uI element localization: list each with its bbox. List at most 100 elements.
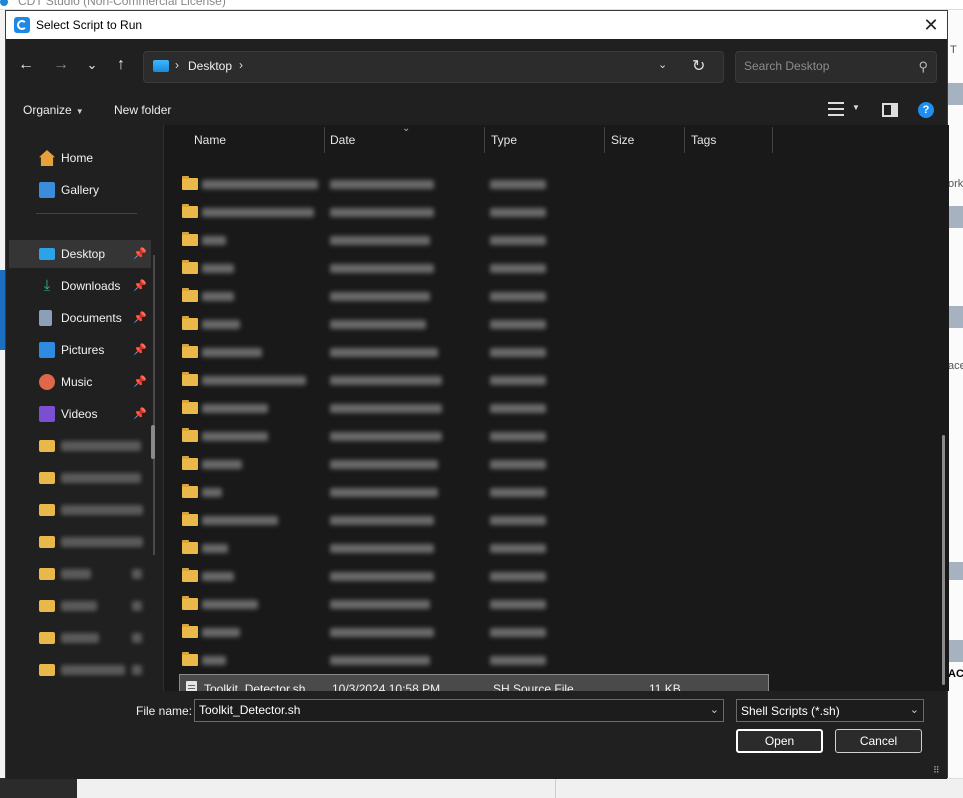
- home-icon: [39, 150, 55, 166]
- sidebar-item-music[interactable]: Music 📌: [9, 368, 149, 396]
- list-item[interactable]: [178, 590, 768, 618]
- column-header-type[interactable]: Type: [491, 133, 517, 147]
- organize-label: Organize: [23, 103, 72, 117]
- close-icon[interactable]: ✕: [919, 13, 943, 37]
- sidebar-item-folder[interactable]: [9, 464, 149, 492]
- sidebar-item-folder[interactable]: [9, 560, 149, 588]
- list-item[interactable]: [178, 366, 768, 394]
- column-header-name[interactable]: Name: [194, 133, 226, 147]
- list-item[interactable]: [178, 422, 768, 450]
- sidebar-item-folder[interactable]: [9, 624, 149, 652]
- folder-icon: [182, 456, 198, 470]
- pin-icon[interactable]: 📌: [133, 279, 147, 292]
- open-button[interactable]: Open: [736, 729, 823, 753]
- list-item[interactable]: [178, 170, 768, 198]
- background-band: [948, 206, 963, 228]
- folder-icon: [182, 232, 198, 246]
- list-item[interactable]: [178, 506, 768, 534]
- back-button[interactable]: ←: [16, 55, 36, 75]
- sidebar-item-downloads[interactable]: ⤓ Downloads 📌: [9, 272, 149, 300]
- list-item[interactable]: [178, 282, 768, 310]
- pin-icon[interactable]: 📌: [133, 343, 147, 356]
- chevron-down-icon[interactable]: ▼: [852, 103, 860, 112]
- list-item-selected-file[interactable]: Toolkit_Detector.sh 10/3/2024 10:58 PM S…: [179, 674, 769, 691]
- list-item[interactable]: [178, 534, 768, 562]
- breadcrumb-desktop[interactable]: Desktop: [188, 59, 232, 73]
- sidebar-item-gallery[interactable]: Gallery: [9, 176, 149, 204]
- resize-grip-icon[interactable]: ⠿: [933, 765, 945, 777]
- background-fragment: AC: [948, 668, 963, 680]
- list-item[interactable]: [178, 338, 768, 366]
- list-item[interactable]: [178, 646, 768, 674]
- list-item[interactable]: [178, 450, 768, 478]
- breadcrumb-separator: ›: [175, 58, 179, 72]
- file-name: Toolkit_Detector.sh: [204, 682, 306, 691]
- list-item[interactable]: [178, 198, 768, 226]
- sidebar-item-folder[interactable]: [9, 592, 149, 620]
- open-file-dialog: Select Script to Run ✕ ← → ⌄ ↑ › Desktop…: [5, 10, 949, 779]
- sidebar-item-documents[interactable]: Documents 📌: [9, 304, 149, 332]
- videos-icon: [39, 406, 55, 422]
- help-icon[interactable]: ?: [918, 102, 934, 118]
- list-item[interactable]: [178, 394, 768, 422]
- address-bar[interactable]: › Desktop › ⌄ ↻: [143, 51, 724, 83]
- folder-icon: [39, 664, 55, 676]
- file-list-scrollbar-thumb[interactable]: [942, 435, 945, 685]
- pin-icon[interactable]: 📌: [133, 311, 147, 324]
- music-icon: [39, 374, 55, 390]
- recent-locations-button[interactable]: ⌄: [82, 55, 102, 75]
- sidebar-item-home[interactable]: Home: [9, 144, 149, 172]
- list-item[interactable]: [178, 562, 768, 590]
- column-header-size[interactable]: Size: [611, 133, 634, 147]
- search-input[interactable]: [744, 59, 904, 73]
- forward-button[interactable]: →: [51, 55, 71, 75]
- pin-icon[interactable]: 📌: [133, 247, 147, 260]
- list-item[interactable]: [178, 478, 768, 506]
- list-item[interactable]: [178, 226, 768, 254]
- cancel-button[interactable]: Cancel: [835, 729, 922, 753]
- list-item[interactable]: [178, 254, 768, 282]
- sidebar-item-folder[interactable]: [9, 528, 149, 556]
- file-type-value: Shell Scripts (*.sh): [741, 704, 840, 718]
- background-bottom-left: [0, 778, 77, 798]
- search-box[interactable]: ⚲: [735, 51, 937, 83]
- sidebar-item-videos[interactable]: Videos 📌: [9, 400, 149, 428]
- folder-icon: [182, 176, 198, 190]
- folder-icon: [39, 568, 55, 580]
- pin-icon[interactable]: 📌: [133, 407, 147, 420]
- sidebar-scrollbar-track[interactable]: [153, 255, 155, 555]
- breadcrumb-separator[interactable]: ›: [239, 58, 243, 72]
- organize-button[interactable]: Organize ▼: [23, 103, 84, 117]
- column-header-date[interactable]: Date: [330, 133, 355, 147]
- file-name-label: File name:: [136, 704, 193, 718]
- file-name-input[interactable]: [199, 703, 689, 717]
- column-header-tags[interactable]: Tags: [691, 133, 716, 147]
- up-button[interactable]: ↑: [111, 55, 131, 75]
- file-name-combobox[interactable]: ⌄: [194, 699, 724, 722]
- sidebar-item-folder[interactable]: [9, 432, 149, 460]
- sidebar-item-pictures[interactable]: Pictures 📌: [9, 336, 149, 364]
- folder-icon: [39, 632, 55, 644]
- list-item[interactable]: [178, 310, 768, 338]
- folder-icon: [182, 652, 198, 666]
- sidebar-scrollbar-thumb[interactable]: [151, 425, 155, 459]
- folder-icon: [182, 428, 198, 442]
- preview-pane-icon[interactable]: [882, 103, 898, 117]
- dialog-title: Select Script to Run: [36, 18, 143, 32]
- pin-icon[interactable]: 📌: [133, 375, 147, 388]
- chevron-down-icon[interactable]: ⌄: [710, 703, 719, 716]
- downloads-icon: ⤓: [43, 277, 51, 294]
- background-band: [948, 640, 963, 662]
- new-folder-button[interactable]: New folder: [114, 103, 171, 117]
- sidebar-item-label: Pictures: [61, 343, 105, 357]
- refresh-icon[interactable]: ↻: [692, 56, 705, 76]
- app-icon: [14, 17, 30, 33]
- list-item[interactable]: [178, 618, 768, 646]
- file-type-select[interactable]: Shell Scripts (*.sh) ⌄: [736, 699, 924, 722]
- folder-icon: [182, 596, 198, 610]
- view-options-icon[interactable]: [828, 102, 844, 116]
- sidebar-item-folder[interactable]: [9, 496, 149, 524]
- sidebar-item-folder[interactable]: [9, 656, 149, 684]
- sidebar-item-desktop[interactable]: Desktop 📌: [9, 240, 151, 268]
- chevron-down-icon[interactable]: ⌄: [658, 58, 667, 71]
